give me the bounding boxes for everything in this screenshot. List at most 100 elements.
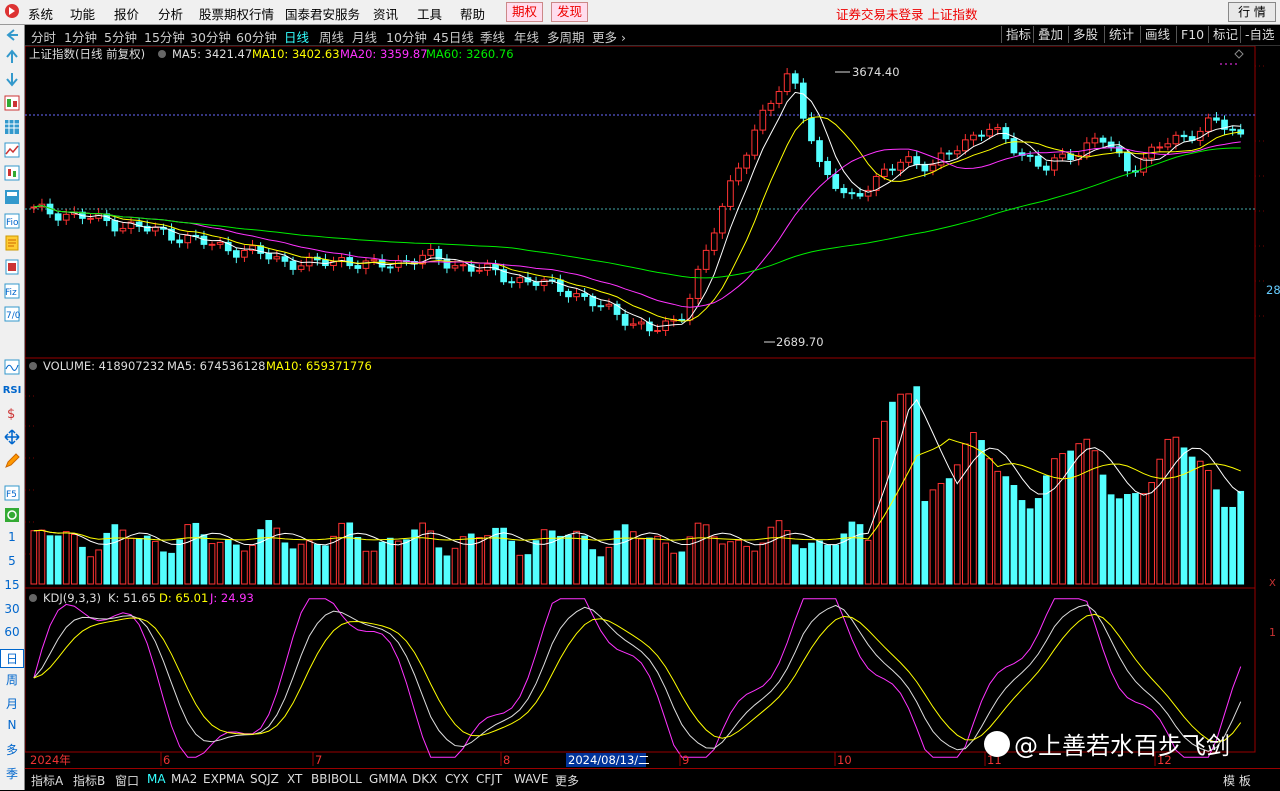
volume-bar bbox=[945, 478, 953, 585]
period-tab-5min[interactable]: 5分钟 bbox=[104, 27, 137, 46]
menu-system[interactable]: 系统 bbox=[28, 4, 53, 23]
menu-tools[interactable]: 工具 bbox=[417, 4, 442, 23]
wave-tab[interactable]: WAVE bbox=[512, 772, 550, 786]
f10-icon[interactable]: Fio bbox=[4, 213, 20, 229]
bbiboll-tab[interactable]: BBIBOLL bbox=[309, 772, 364, 786]
candle-body bbox=[54, 213, 62, 221]
back-arrow-icon[interactable] bbox=[4, 27, 20, 43]
volume-bar bbox=[597, 556, 605, 585]
menu-news[interactable]: 资讯 bbox=[373, 4, 398, 23]
period-tab-1min[interactable]: 1分钟 bbox=[64, 27, 97, 46]
mark-button[interactable]: 标记 bbox=[1208, 26, 1242, 43]
period-tab-45day[interactable]: 45日线 bbox=[433, 27, 474, 46]
sqjz-tab[interactable]: SQJZ bbox=[248, 772, 281, 786]
wave-icon[interactable] bbox=[4, 359, 20, 375]
period-30min-shortcut[interactable]: 30 bbox=[0, 602, 24, 616]
grid-table-icon[interactable] bbox=[4, 119, 20, 135]
volume-bar bbox=[1140, 493, 1147, 585]
period-tab-more[interactable]: 更多 › bbox=[592, 27, 626, 46]
period-tab-15min[interactable]: 15分钟 bbox=[144, 27, 185, 46]
indicator-a-tab[interactable]: 指标A bbox=[29, 772, 65, 789]
period-tab-quarter[interactable]: 季线 bbox=[480, 27, 505, 46]
period-day-shortcut[interactable]: 日 bbox=[0, 649, 24, 668]
candle-body bbox=[629, 323, 637, 326]
panel-icon[interactable] bbox=[4, 189, 20, 205]
volume-bar bbox=[273, 527, 281, 585]
period-tab-month[interactable]: 月线 bbox=[352, 27, 377, 46]
period-quarter-shortcut[interactable]: 季 bbox=[0, 765, 24, 782]
period-month-shortcut[interactable]: 月 bbox=[0, 695, 24, 712]
f10-button[interactable]: F10 bbox=[1176, 26, 1208, 43]
volume-ma10-label: MA10: 659371776 bbox=[266, 359, 372, 373]
down-arrow-icon[interactable] bbox=[4, 71, 20, 87]
fiz-icon[interactable]: Fiz bbox=[4, 283, 20, 299]
window-tab[interactable]: 窗口 bbox=[113, 772, 141, 789]
menu-quote[interactable]: 报价 bbox=[114, 4, 139, 23]
ma10-label: MA10: 3402.63 bbox=[252, 47, 340, 61]
template-button[interactable]: 模 板 bbox=[1221, 772, 1253, 789]
up-arrow-icon[interactable] bbox=[4, 49, 20, 65]
pencil-icon[interactable] bbox=[4, 453, 20, 469]
candlestick-icon[interactable] bbox=[4, 165, 20, 181]
volume-bar bbox=[921, 501, 929, 585]
multi-stock-button[interactable]: 多股 bbox=[1068, 26, 1102, 43]
quote-list-icon[interactable] bbox=[4, 95, 20, 111]
menu-help[interactable]: 帮助 bbox=[460, 4, 485, 23]
period-tab-30min[interactable]: 30分钟 bbox=[190, 27, 231, 46]
period-n-shortcut[interactable]: N bbox=[0, 718, 24, 732]
period-tab-intraday[interactable]: 分时 bbox=[31, 27, 56, 46]
period-tab-multi[interactable]: 多周期 bbox=[547, 27, 585, 46]
period-tab-10min[interactable]: 10分钟 bbox=[386, 27, 427, 46]
left-sidebar: Fio Fiz 7/0 RSI $ F5 1 5 15 30 60 日 周 月 … bbox=[0, 25, 25, 790]
volume-bar bbox=[937, 482, 945, 585]
cyx-tab[interactable]: CYX bbox=[443, 772, 471, 786]
dkx-tab[interactable]: DKX bbox=[410, 772, 439, 786]
candle-body bbox=[1164, 143, 1172, 148]
gmma-tab[interactable]: GMMA bbox=[367, 772, 409, 786]
period-multi-shortcut[interactable]: 多 bbox=[0, 741, 24, 758]
candle-body bbox=[751, 129, 759, 156]
f5-icon[interactable]: F5 bbox=[4, 485, 20, 501]
dollar-icon[interactable]: $ bbox=[4, 405, 20, 421]
more-tab[interactable]: 更多 bbox=[553, 772, 581, 789]
refresh-icon[interactable] bbox=[4, 507, 20, 523]
menu-analysis[interactable]: 分析 bbox=[158, 4, 183, 23]
chart-area[interactable]: 上证指数(日线 前复权) MA5: 3421.47 MA10: 3402.63 … bbox=[25, 46, 1280, 768]
line-chart-icon[interactable] bbox=[4, 142, 20, 158]
watchlist-button[interactable]: -自选 bbox=[1240, 26, 1279, 43]
volume-settings-icon[interactable] bbox=[29, 362, 37, 370]
ma-tab[interactable]: MA bbox=[145, 772, 168, 786]
period-week-shortcut[interactable]: 周 bbox=[0, 671, 24, 688]
ma2-tab[interactable]: MA2 bbox=[169, 772, 199, 786]
xt-tab[interactable]: XT bbox=[285, 772, 304, 786]
expma-tab[interactable]: EXPMA bbox=[201, 772, 247, 786]
menu-discover[interactable]: 发现 bbox=[551, 2, 589, 22]
period-1min-shortcut[interactable]: 1 bbox=[0, 530, 24, 544]
indicator-b-tab[interactable]: 指标B bbox=[71, 772, 107, 789]
period-tab-60min[interactable]: 60分钟 bbox=[236, 27, 277, 46]
period-tab-year[interactable]: 年线 bbox=[514, 27, 539, 46]
menu-function[interactable]: 功能 bbox=[70, 4, 95, 23]
menu-gtja-service[interactable]: 国泰君安服务 bbox=[285, 4, 360, 23]
period-15min-shortcut[interactable]: 15 bbox=[0, 578, 24, 592]
doc-icon[interactable] bbox=[4, 235, 20, 251]
period-60min-shortcut[interactable]: 60 bbox=[0, 625, 24, 639]
price-settings-icon[interactable] bbox=[158, 50, 166, 58]
kdj-settings-icon[interactable] bbox=[29, 594, 37, 602]
menu-option[interactable]: 期权 bbox=[506, 2, 544, 22]
report-icon[interactable] bbox=[4, 259, 20, 275]
quote-button[interactable]: 行 情 bbox=[1228, 2, 1276, 22]
f7-icon[interactable]: 7/0 bbox=[4, 306, 20, 322]
overlay-button[interactable]: 叠加 bbox=[1033, 26, 1067, 43]
candle-body bbox=[581, 293, 588, 297]
move-icon[interactable] bbox=[4, 429, 20, 445]
rsi-shortcut[interactable]: RSI bbox=[0, 385, 24, 396]
menu-option-quote[interactable]: 股票期权行情 bbox=[199, 4, 274, 23]
period-tab-week[interactable]: 周线 bbox=[319, 27, 344, 46]
cfjt-tab[interactable]: CFJT bbox=[474, 772, 504, 786]
period-5min-shortcut[interactable]: 5 bbox=[0, 554, 24, 568]
draw-line-button[interactable]: 画线 bbox=[1140, 26, 1174, 43]
stats-button[interactable]: 统计 bbox=[1104, 26, 1138, 43]
period-tab-day[interactable]: 日线 bbox=[284, 27, 309, 46]
indicator-button[interactable]: 指标 bbox=[1001, 26, 1035, 43]
